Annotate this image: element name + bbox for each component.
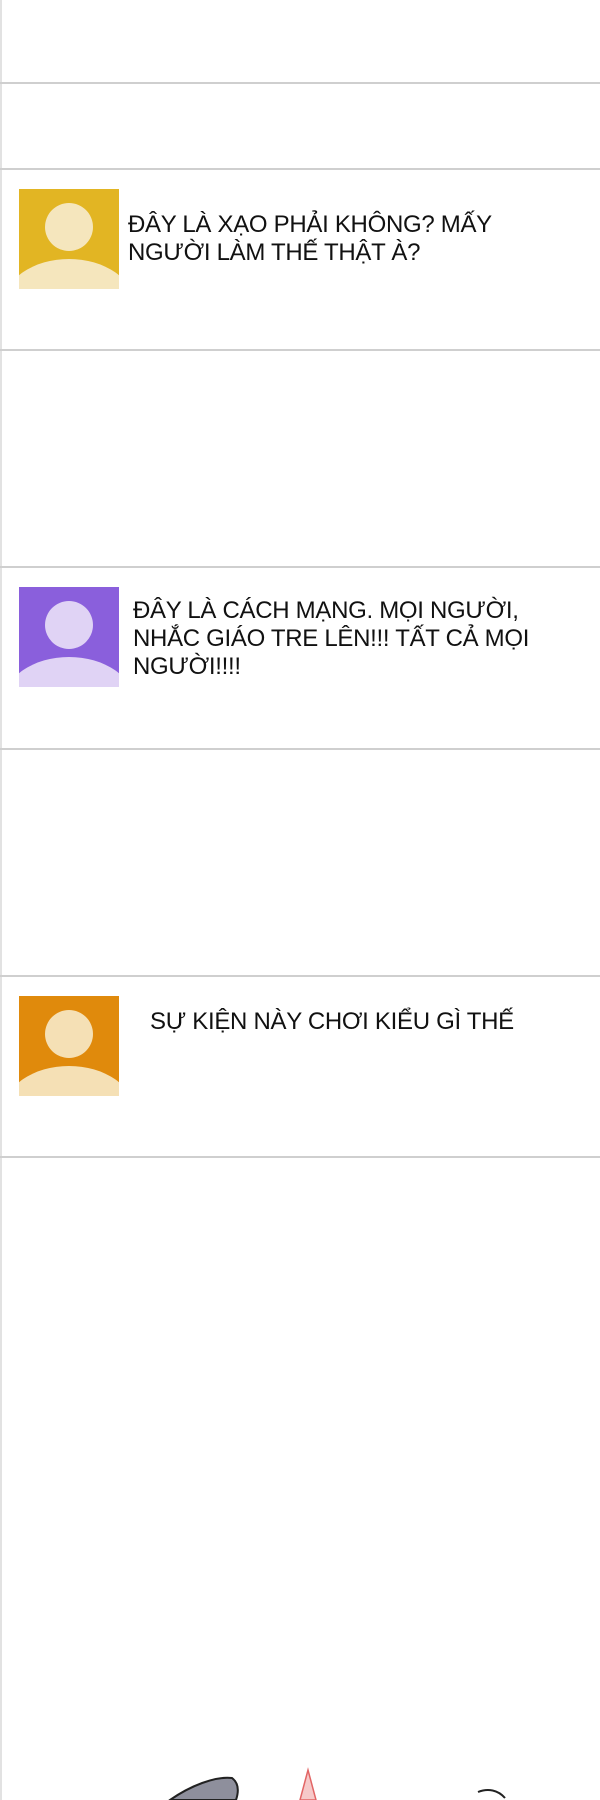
avatar-head xyxy=(45,601,93,649)
panel-divider xyxy=(0,1156,600,1158)
avatar-head xyxy=(45,1010,93,1058)
avatar-head xyxy=(45,203,93,251)
panel-divider xyxy=(0,82,600,84)
panel-divider xyxy=(0,349,600,351)
avatar-shoulders xyxy=(19,259,119,289)
avatar[interactable] xyxy=(19,587,119,687)
panel-divider xyxy=(0,975,600,977)
comment-text: ĐÂY LÀ XẠO PHẢI KHÔNG? MẤY NGƯỜI LÀM THẾ… xyxy=(128,211,492,266)
comment-text: ĐÂY LÀ CÁCH MẠNG. MỌI NGƯỜI, NHẮC GIÁO T… xyxy=(133,597,530,680)
comment-text: SỰ KIỆN NÀY CHƠI KIỂU GÌ THẾ xyxy=(150,1008,514,1035)
panel-divider xyxy=(0,566,600,568)
page-left-edge xyxy=(0,0,2,1800)
avatar[interactable] xyxy=(19,189,119,289)
panel-divider xyxy=(0,748,600,750)
avatar-shoulders xyxy=(19,657,119,687)
panel-artwork-fragment xyxy=(168,1767,506,1800)
avatar-shoulders xyxy=(19,1066,119,1096)
panel-divider xyxy=(0,168,600,170)
avatar[interactable] xyxy=(19,996,119,1096)
